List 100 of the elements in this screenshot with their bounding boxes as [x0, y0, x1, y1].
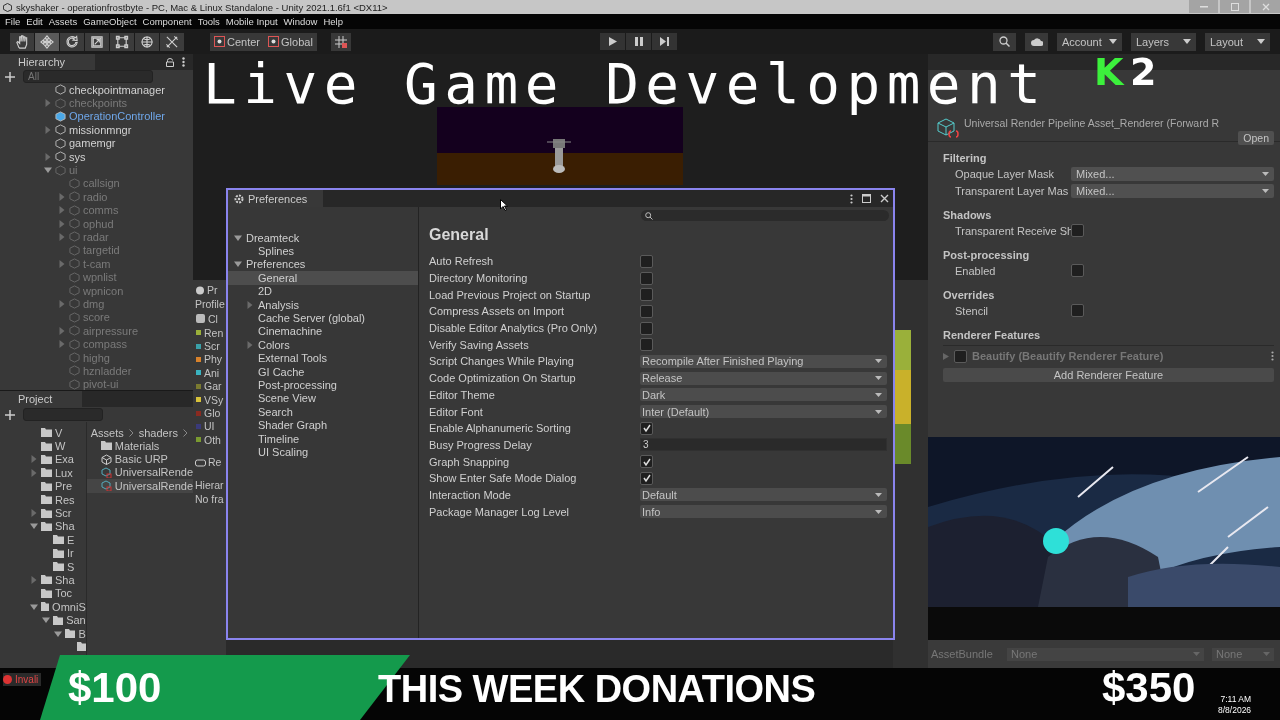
preferences-category[interactable]: Splines	[228, 244, 418, 258]
checkbox[interactable]	[1071, 224, 1084, 237]
checkbox[interactable]	[1071, 304, 1084, 317]
dropdown-field[interactable]: Mixed...	[1071, 183, 1274, 198]
more-icon[interactable]	[1271, 351, 1274, 361]
tool-button[interactable]	[85, 32, 109, 51]
arrow-icon[interactable]	[234, 260, 242, 269]
folder-item[interactable]: San	[66, 614, 86, 627]
layout-dropdown[interactable]: Layout	[1205, 32, 1270, 51]
dropdown-field[interactable]: Mixed...	[1071, 166, 1274, 181]
preferences-category[interactable]: Analysis	[228, 297, 418, 312]
preferences-category[interactable]: 2D	[228, 284, 418, 298]
layers-dropdown[interactable]: Layers	[1131, 32, 1196, 51]
close-icon[interactable]	[880, 194, 889, 203]
hierarchy-item[interactable]: OperationController	[69, 110, 165, 123]
preferences-category[interactable]: Search	[228, 405, 418, 419]
arrow-icon[interactable]	[246, 300, 254, 309]
maximize-button[interactable]	[1220, 0, 1249, 13]
dropdown-field[interactable]: Dark	[640, 388, 887, 402]
panel-tab[interactable]: Hierarchy	[0, 54, 96, 70]
search-button[interactable]	[993, 32, 1016, 51]
asset-item[interactable]: UniversalRende	[86, 465, 193, 480]
folder-item[interactable]: Toc	[55, 587, 73, 600]
preferences-category[interactable]: Colors	[228, 338, 418, 352]
hierarchy-item[interactable]: missionmngr	[69, 123, 132, 136]
preferences-category[interactable]: General	[228, 271, 418, 285]
checkbox[interactable]	[640, 254, 653, 268]
tool-button[interactable]	[110, 32, 134, 51]
arrow-icon[interactable]	[30, 455, 38, 464]
menu-item[interactable]: Edit	[25, 16, 48, 27]
cloud-button[interactable]	[1025, 32, 1048, 51]
asset-item[interactable]: Basic URP	[86, 452, 193, 466]
open-button[interactable]: Open	[1238, 131, 1274, 145]
pause-button[interactable]	[626, 33, 651, 50]
folder-item[interactable]: B	[78, 627, 86, 640]
dropdown-field[interactable]: Release	[640, 371, 887, 385]
panel-tab[interactable]: Pr	[207, 283, 218, 296]
preferences-category[interactable]: Preferences	[228, 257, 418, 272]
add-icon[interactable]	[5, 409, 15, 420]
arrow-icon[interactable]	[30, 576, 38, 584]
preferences-category[interactable]: Shader Graph	[228, 418, 418, 432]
menu-item[interactable]: Tools	[196, 16, 225, 27]
panel-tab[interactable]: Project	[0, 391, 83, 407]
preferences-category[interactable]: Timeline	[228, 431, 418, 446]
asset-item[interactable]: Materials	[86, 439, 193, 453]
add-renderer-feature-button[interactable]: Add Renderer Feature	[943, 368, 1274, 382]
arrow-icon[interactable]	[54, 629, 62, 638]
number-field[interactable]: 3	[640, 438, 887, 452]
tool-button[interactable]	[160, 32, 184, 51]
hierarchy-item[interactable]: gamemgr	[69, 137, 116, 150]
pivot-toggle[interactable]: Global	[264, 32, 317, 51]
dropdown-field[interactable]: Info	[640, 505, 887, 519]
folder-item[interactable]: OmniS	[52, 600, 86, 613]
checkbox[interactable]	[640, 471, 653, 485]
taskbar-clock[interactable]: 7:11 AM 8/8/2026	[1218, 694, 1252, 716]
hierarchy-item[interactable]: sys	[69, 150, 86, 163]
arrow-icon[interactable]	[30, 509, 38, 518]
lock-icon[interactable]	[166, 57, 174, 67]
folder-item[interactable]: Lux	[55, 466, 73, 479]
menu-item[interactable]: Mobile Input	[224, 16, 283, 27]
search-field[interactable]	[641, 210, 889, 221]
checkbox[interactable]	[640, 455, 653, 469]
step-button[interactable]	[652, 33, 677, 50]
more-icon[interactable]	[182, 57, 185, 67]
add-icon[interactable]	[5, 71, 15, 82]
preferences-category[interactable]: External Tools	[228, 351, 418, 365]
menu-item[interactable]: GameObject	[82, 16, 142, 27]
folder-item[interactable]: Sha	[55, 574, 75, 586]
window-tab[interactable]: Preferences	[228, 190, 324, 207]
tool-button[interactable]	[60, 32, 84, 51]
folder-item[interactable]: Ir	[67, 547, 74, 560]
checkbox[interactable]	[640, 338, 653, 352]
folder-item[interactable]: Pre	[55, 480, 73, 493]
checkbox[interactable]	[954, 349, 967, 363]
arrow-icon[interactable]	[30, 468, 38, 477]
tool-button[interactable]	[135, 32, 159, 51]
breadcrumb-link[interactable]: Assets	[90, 426, 124, 439]
play-button[interactable]	[600, 33, 625, 50]
checkbox[interactable]	[640, 304, 653, 318]
menu-item[interactable]: Assets	[47, 16, 83, 27]
pivot-toggle[interactable]: Center	[210, 32, 265, 51]
menu-item[interactable]: File	[4, 16, 26, 27]
dropdown-field[interactable]: Default	[640, 488, 887, 502]
arrow-icon[interactable]	[234, 233, 242, 242]
asset-item[interactable]: UniversalRende	[86, 479, 193, 493]
preferences-category[interactable]: Scene View	[228, 391, 418, 406]
checkbox[interactable]	[640, 288, 653, 302]
checkbox[interactable]	[1071, 264, 1084, 277]
checkbox[interactable]	[640, 321, 653, 335]
preferences-category[interactable]: Cinemachine	[228, 324, 418, 339]
folder-item[interactable]: Exa	[55, 453, 74, 466]
hierarchy-item[interactable]: checkpointmanager	[69, 83, 165, 96]
folder-item[interactable]: Scr	[55, 507, 72, 520]
dropdown-field[interactable]: Recompile After Finished Playing	[640, 354, 887, 368]
checkbox[interactable]	[640, 271, 653, 285]
arrow-icon[interactable]	[30, 602, 38, 611]
close-button[interactable]	[1251, 0, 1280, 13]
arrow-icon[interactable]	[943, 352, 949, 360]
folder-item[interactable]: E	[67, 533, 75, 546]
grid-snap-button[interactable]	[330, 32, 351, 51]
